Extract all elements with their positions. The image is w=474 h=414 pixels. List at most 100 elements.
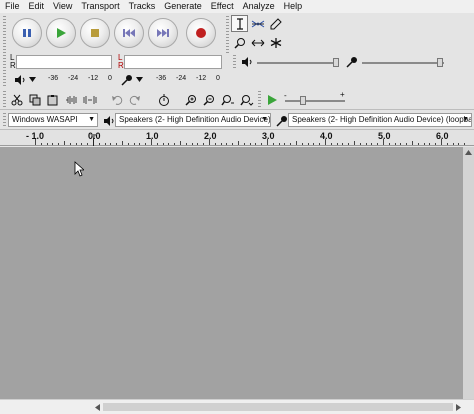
device-grip[interactable] [3,113,6,127]
chevron-up-icon [465,150,472,155]
record-button[interactable] [186,18,216,48]
track-workspace[interactable] [0,147,474,399]
draw-tool[interactable] [267,15,284,32]
menu-view[interactable]: View [48,0,76,13]
ruler-tick [301,143,303,145]
record-meter[interactable] [16,55,112,69]
record-volume-rail [362,62,444,64]
ruler-tick [307,143,309,145]
skip-start-button[interactable] [114,18,144,48]
fit-project-button[interactable] [238,91,255,108]
ruler-tick [278,143,280,145]
menu-help[interactable]: Help [279,0,307,13]
chevron-down-icon[interactable] [136,77,143,82]
undo-button[interactable] [108,91,125,108]
scroll-thumb[interactable] [103,403,453,411]
chevron-right-icon[interactable] [456,404,461,411]
ruler-tick [197,143,199,145]
fit-selection-button[interactable] [219,91,236,108]
play-scale-36: -36 [156,75,167,82]
trim-button[interactable] [63,91,80,108]
speaker-icon [241,56,251,67]
playback-volume-slider[interactable] [333,58,339,67]
silence-audio-icon [83,95,96,104]
zoom-out-button[interactable] [200,91,217,108]
skip-end-button[interactable] [148,18,178,48]
menu-transport[interactable]: Transport [76,0,123,13]
tools-grip[interactable] [226,16,229,54]
ruler-tick [284,143,286,145]
ruler-tick [214,143,216,145]
playback-meter-mic-button[interactable] [118,71,135,88]
time-shift-tool[interactable] [249,34,266,51]
microphone-icon [345,56,357,68]
ruler-tick [267,139,268,145]
ruler-tick [336,143,338,145]
ruler-label: 4.0 [320,131,333,141]
ruler-tick [249,143,251,145]
ruler-tick [255,143,257,145]
speed-grip[interactable] [258,91,261,107]
menu-effect[interactable]: Effect [206,0,238,13]
audio-host-select[interactable]: Windows WASAPI ▼ [8,113,98,127]
record-volume-slider[interactable] [437,58,443,67]
ruler-label: 6.0 [436,131,449,141]
undo-icon [111,95,122,105]
paste-button[interactable] [44,91,61,108]
silence-button[interactable] [81,91,98,108]
horizontal-scrollbar[interactable] [0,399,474,414]
ruler-tick [243,143,245,145]
vertical-scrollbar[interactable] [463,147,474,399]
menu-edit[interactable]: Edit [24,0,49,13]
transport-grip[interactable] [3,16,6,54]
scissors-icon [11,94,22,105]
menu-analyze[interactable]: Analyze [238,0,279,13]
menu-file[interactable]: File [0,0,24,13]
ruler-tick [441,139,442,145]
menu-generate[interactable]: Generate [159,0,206,13]
ruler-tick [35,139,36,145]
chevron-left-icon[interactable] [95,404,100,411]
chevron-down-icon[interactable] [29,77,36,82]
ruler-tick [98,143,100,145]
recording-device-value: Speakers (2- High Definition Audio Devic… [292,115,472,124]
meter-grip[interactable] [3,55,6,87]
zoom-tool[interactable] [231,34,248,51]
ruler-tick [191,143,193,145]
selection-tool[interactable] [231,15,248,32]
device-toolbar: Windows WASAPI ▼ Speakers (2- High Defin… [0,110,474,130]
ruler-label: 2.0 [204,131,217,141]
sync-lock-button[interactable] [155,91,172,108]
play-button[interactable] [46,18,76,48]
play-meter-right-label: R [118,61,124,70]
cut-button[interactable] [8,91,25,108]
playback-device-select[interactable]: Speakers (2- High Definition Audio Devic… [115,113,271,127]
redo-button[interactable] [126,91,143,108]
pause-button[interactable] [12,18,42,48]
envelope-tool[interactable] [249,15,266,32]
ruler-tick [319,143,321,145]
copy-button[interactable] [26,91,43,108]
zoom-in-button[interactable] [182,91,199,108]
speed-slider[interactable] [300,96,306,105]
record-scale-12: -12 [88,75,99,82]
record-meter-speaker-button[interactable] [11,71,28,88]
play-head-marker[interactable] [89,134,98,146]
play-at-speed-button[interactable] [263,91,280,108]
recording-device-select[interactable]: Speakers (2- High Definition Audio Devic… [288,113,472,127]
chevron-down-icon: ▼ [261,116,268,123]
zoom-out-icon [202,94,214,106]
playback-meter[interactable] [124,55,222,69]
multi-tool[interactable] [267,34,284,51]
edit-grip[interactable] [3,91,6,107]
ruler-tick [110,143,112,145]
ruler-tick [371,143,373,145]
microphone-icon [275,115,287,127]
timeline-ruler[interactable]: - 1.0 0.0 1.0 2.0 3.0 4.0 5.0 6.0 [0,130,474,146]
stop-button[interactable] [80,18,110,48]
mixer-grip[interactable] [233,55,236,69]
play-scale-24: -24 [176,75,187,82]
ruler-tick [185,143,187,145]
menu-tracks[interactable]: Tracks [124,0,160,13]
ruler-tick [52,143,54,145]
